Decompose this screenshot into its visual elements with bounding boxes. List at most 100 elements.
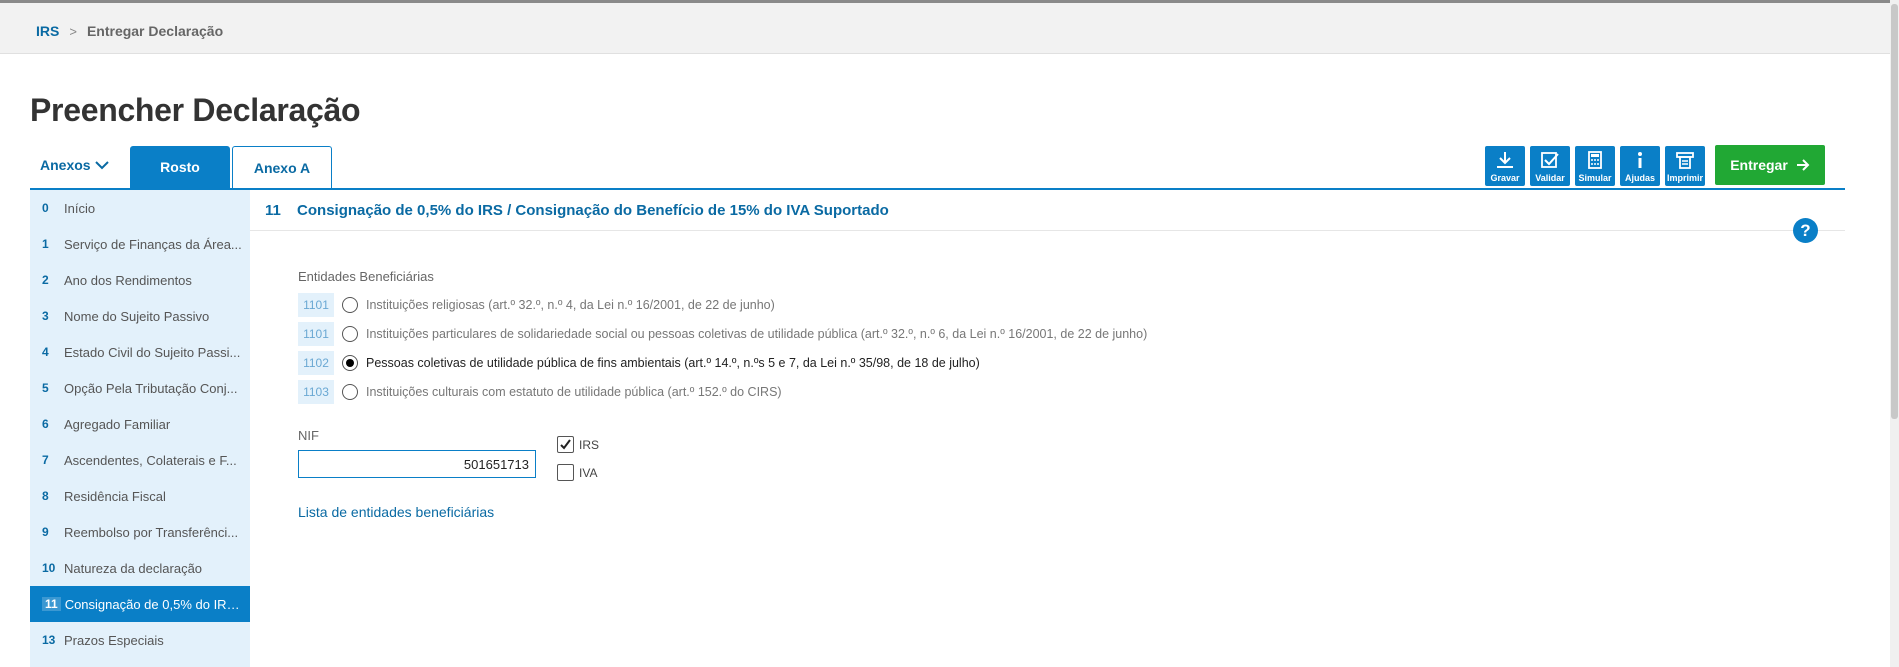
sidebar-item-label: Reembolso por Transferênci... [64,524,239,540]
sidebar-item[interactable]: 8 Residência Fiscal [30,478,250,514]
entregar-button[interactable]: Entregar [1715,145,1825,185]
help-icon[interactable]: ? [1793,218,1818,243]
entity-label: Instituições particulares de solidarieda… [366,327,1148,341]
sidebar-item[interactable]: 9 Reembolso por Transferênci... [30,514,250,550]
sidebar-item-label: Agregado Familiar [64,416,171,432]
calculator-icon [1588,151,1602,169]
breadcrumb: IRS > Entregar Declaração [36,23,223,39]
sidebar-item-label: Nome do Sujeito Passivo [64,308,210,324]
sidebar-item-label: Início [64,200,96,216]
anexos-label: Anexos [40,157,91,173]
sidebar-item-number: 4 [42,345,49,359]
nif-input[interactable] [298,450,536,478]
scrollbar-thumb[interactable] [1891,4,1898,419]
entity-code: 1101 [298,322,334,346]
entity-option[interactable]: 1103 Instituições culturais com estatuto… [298,380,782,404]
entity-radio[interactable] [342,326,358,342]
sidebar-item[interactable]: 10 Natureza da declaração [30,550,250,586]
sidebar-item[interactable]: 7 Ascendentes, Colaterais e F... [30,442,250,478]
irs-checkbox[interactable] [557,436,574,453]
sidebar-item[interactable]: 5 Opção Pela Tributação Conj... [30,370,250,406]
section-number: 11 [265,202,281,219]
gravar-button[interactable]: Gravar [1485,146,1525,186]
sidebar-item-number: 2 [42,273,49,287]
sidebar-item[interactable]: 13 Prazos Especiais [30,622,250,658]
sidebar-item-number: 13 [42,633,56,647]
entity-option[interactable]: 1101 Instituições religiosas (art.º 32.º… [298,293,775,317]
irs-checkbox-label: IRS [579,437,600,452]
irs-checkbox-row[interactable]: IRS [557,436,599,453]
sidebar-item-number: 6 [42,417,49,431]
tab-rosto[interactable]: Rosto [130,146,230,188]
nif-label: NIF [298,428,319,443]
page-scrollbar[interactable] [1890,0,1899,667]
checkmark-icon [560,439,571,450]
sidebar-item-label: Ano dos Rendimentos [64,272,192,288]
entity-radio[interactable] [342,384,358,400]
simular-label: Simular [1578,173,1612,183]
section-divider [250,230,1845,231]
iva-checkbox-row[interactable]: IVA [557,464,597,481]
entregar-label: Entregar [1730,157,1788,173]
sidebar-item[interactable]: 1 Serviço de Finanças da Área... [30,226,250,262]
breadcrumb-irs-link[interactable]: IRS [36,23,59,39]
sidebar-item-number: 3 [42,309,49,323]
validar-label: Validar [1535,173,1565,183]
sidebar-item-number: 11 [42,597,61,611]
entity-radio-selected[interactable] [342,355,358,371]
sidebar-item-number: 7 [42,453,49,467]
section-header: 11 Consignação de 0,5% do IRS / Consigna… [265,202,889,219]
arrow-right-icon [1796,159,1810,171]
iva-checkbox-label: IVA [579,465,598,480]
printer-icon [1676,152,1694,169]
sidebar-item[interactable]: 6 Agregado Familiar [30,406,250,442]
sidebar-item-label: Consignação de 0,5% do IRS... [64,596,245,612]
sidebar-item-label: Natureza da declaração [64,560,203,576]
validar-button[interactable]: Validar [1530,146,1570,186]
sidebar-item-number: 9 [42,525,49,539]
checkbox-check-icon [1541,152,1559,168]
anexos-dropdown[interactable]: Anexos [40,157,109,173]
sidebar-item-label: Prazos Especiais [64,632,164,648]
simular-button[interactable]: Simular [1575,146,1615,186]
iva-checkbox[interactable] [557,464,574,481]
entity-option[interactable]: 1102 Pessoas coletivas de utilidade públ… [298,351,980,375]
sidebar-item[interactable]: 0 Início [30,190,250,226]
entity-code: 1101 [298,293,334,317]
page-title: Preencher Declaração [30,92,361,128]
breadcrumb-current: Entregar Declaração [86,23,224,39]
info-icon [1638,152,1642,168]
entity-radio[interactable] [342,297,358,313]
tab-divider [30,188,1845,190]
sidebar-item[interactable]: 4 Estado Civil do Sujeito Passi... [30,334,250,370]
sidebar-item[interactable]: 3 Nome do Sujeito Passivo [30,298,250,334]
breadcrumb-separator: > [69,23,77,39]
top-bar: IRS > Entregar Declaração [0,0,1890,54]
section-title: Consignação de 0,5% do IRS / Consignação… [297,202,889,219]
sidebar-item-label: Residência Fiscal [64,488,166,504]
sidebar-item-label: Ascendentes, Colaterais e F... [64,452,237,468]
entity-label: Instituições culturais com estatuto de u… [366,385,782,399]
sidebar-item[interactable]: 2 Ano dos Rendimentos [30,262,250,298]
entity-code: 1102 [298,351,334,375]
ajudas-label: Ajudas [1624,173,1655,183]
entity-option[interactable]: 1101 Instituições particulares de solida… [298,322,1147,346]
sidebar-item-number: 1 [42,237,49,251]
sidebar-item-label: Opção Pela Tributação Conj... [64,380,238,396]
chevron-down-icon [94,161,109,170]
sidebar-item[interactable]: 11 Consignação de 0,5% do IRS... [30,586,250,622]
entity-code: 1103 [298,380,334,404]
sidebar-item-number: 0 [42,201,49,215]
entity-label: Pessoas coletivas de utilidade pública d… [366,356,980,370]
entity-label: Instituições religiosas (art.º 32.º, n.º… [366,298,775,312]
ajudas-button[interactable]: Ajudas [1620,146,1660,186]
download-icon [1497,152,1513,168]
sidebar-item-number: 10 [42,561,56,575]
imprimir-label: Imprimir [1666,173,1703,183]
lista-entidades-link[interactable]: Lista de entidades beneficiárias [298,504,494,520]
sidebar-item-label: Estado Civil do Sujeito Passi... [64,344,241,360]
sidebar: 0 Início 1 Serviço de Finanças da Área... 2 A… [30,190,250,667]
sidebar-item-number: 5 [42,381,49,395]
imprimir-button[interactable]: Imprimir [1665,146,1705,186]
tab-anexo-a[interactable]: Anexo A [232,146,332,188]
